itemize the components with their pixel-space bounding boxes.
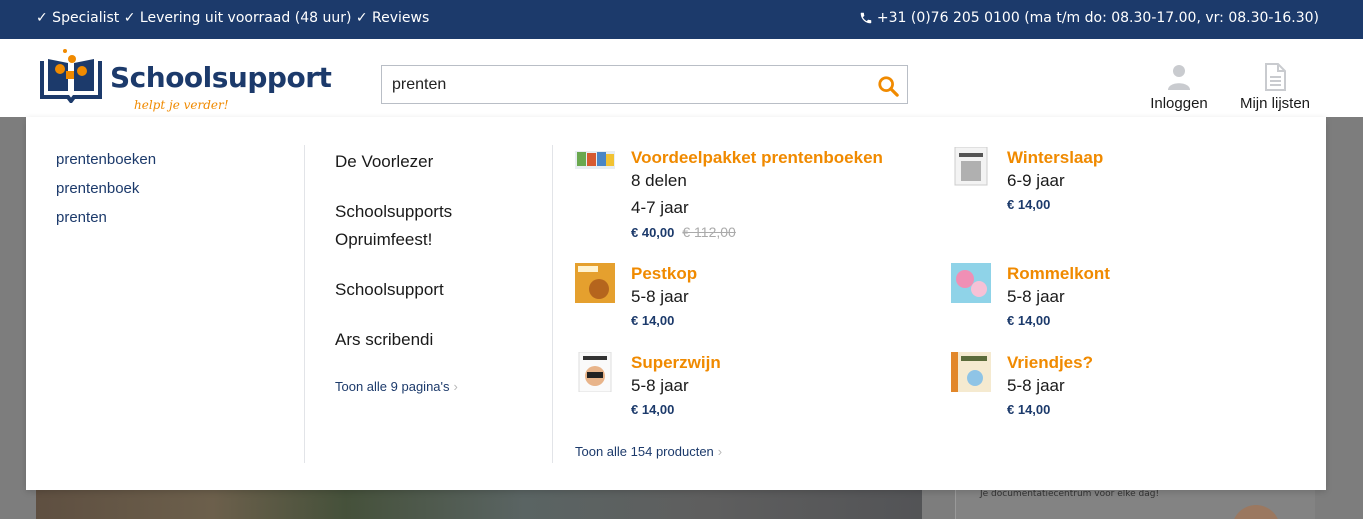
product-price: € 14,00	[631, 313, 675, 328]
product-result[interactable]: Pestkop 5-8 jaar € 14,00	[575, 263, 935, 328]
top-bar: ✓ Specialist ✓ Levering uit voorraad (48…	[0, 0, 1363, 39]
page-result[interactable]: Ars scribendi	[335, 326, 535, 354]
phone-contact[interactable]: +31 (0)76 205 0100 (ma t/m do: 08.30-17.…	[859, 10, 1319, 26]
product-info: Pestkop 5-8 jaar € 14,00	[631, 263, 697, 328]
search-dropdown: prentenboeken prentenboek prenten De Voo…	[26, 117, 1326, 490]
page-result[interactable]: Schoolsupport	[335, 276, 535, 304]
product-age: 5-8 jaar	[1007, 287, 1065, 306]
product-price: € 14,00	[631, 402, 675, 417]
person-photo	[1232, 505, 1280, 519]
product-detail: 8 delen	[631, 171, 687, 190]
search-box	[381, 65, 908, 104]
product-price: € 14,00	[1007, 313, 1051, 328]
chevron-right-icon: ›	[717, 444, 723, 459]
logo[interactable]: Schoolsupport helpt je verder!	[38, 47, 332, 112]
product-age: 4-7 jaar	[631, 198, 689, 217]
product-info: Winterslaap 6-9 jaar € 14,00	[1007, 147, 1103, 212]
price-old: € 112,00	[682, 224, 736, 240]
divider	[552, 145, 553, 463]
product-name: Winterslaap	[1007, 148, 1104, 167]
page-result[interactable]: Schoolsupports Opruimfeest!	[335, 198, 535, 254]
product-age: 5-8 jaar	[631, 287, 689, 306]
product-info: Rommelkont 5-8 jaar € 14,00	[1007, 263, 1110, 328]
usp-text: ✓ Specialist ✓ Levering uit voorraad (48…	[36, 10, 430, 26]
login-button[interactable]: Inloggen	[1146, 63, 1212, 112]
product-thumbnail	[951, 263, 991, 303]
product-price: € 40,00 € 112,00	[631, 224, 883, 240]
product-info: Vriendjes? 5-8 jaar € 14,00	[1007, 352, 1093, 417]
show-all-products-label: Toon alle 154 producten	[575, 444, 714, 459]
product-price: € 14,00	[1007, 402, 1051, 417]
product-info: Voordeelpakket prentenboeken 8 delen 4-7…	[631, 147, 883, 240]
show-all-pages-label: Toon alle 9 pagina's	[335, 379, 450, 394]
product-thumbnail	[951, 352, 991, 392]
suggestion-item[interactable]: prentenboek	[56, 180, 156, 209]
my-lists-label: Mijn lijsten	[1239, 95, 1311, 112]
search-suggestions: prentenboeken prentenboek prenten	[56, 151, 156, 238]
chevron-right-icon: ›	[453, 379, 458, 394]
document-icon	[1265, 63, 1286, 91]
product-result[interactable]: Winterslaap 6-9 jaar € 14,00	[951, 147, 1311, 212]
product-age: 5-8 jaar	[631, 376, 689, 395]
product-info: Superzwijn 5-8 jaar € 14,00	[631, 352, 721, 417]
book-logo-icon	[40, 49, 102, 103]
page-result[interactable]: De Voorlezer	[335, 148, 535, 176]
product-result[interactable]: Voordeelpakket prentenboeken 8 delen 4-7…	[575, 147, 935, 242]
header: Schoolsupport helpt je verder! Inloggen …	[0, 39, 1363, 117]
divider	[304, 145, 305, 463]
product-result[interactable]: Vriendjes? 5-8 jaar € 14,00	[951, 352, 1311, 417]
logo-tagline: helpt je verder!	[134, 98, 229, 112]
login-label: Inloggen	[1150, 95, 1208, 112]
my-lists-button[interactable]: Mijn lijsten	[1236, 63, 1314, 112]
phone-text: +31 (0)76 205 0100 (ma t/m do: 08.30-17.…	[876, 10, 1319, 26]
price-current: € 40,00	[631, 225, 675, 240]
suggestion-item[interactable]: prenten	[56, 209, 156, 238]
product-name: Superzwijn	[631, 353, 721, 372]
logo-name: Schoolsupport	[110, 61, 332, 94]
product-thumbnail	[575, 263, 615, 303]
show-all-pages-link[interactable]: Toon alle 9 pagina's ›	[335, 379, 458, 394]
show-all-products-link[interactable]: Toon alle 154 producten ›	[575, 444, 722, 459]
product-name: Pestkop	[631, 264, 698, 283]
product-name: Rommelkont	[1007, 264, 1110, 283]
product-name: Voordeelpakket prentenboeken	[631, 148, 883, 167]
suggestion-item[interactable]: prentenboeken	[56, 151, 156, 180]
product-age: 5-8 jaar	[1007, 376, 1065, 395]
user-icon	[1168, 65, 1190, 90]
product-age: 6-9 jaar	[1007, 171, 1065, 190]
product-name: Vriendjes?	[1007, 353, 1093, 372]
search-icon[interactable]	[877, 75, 899, 97]
product-thumbnail	[954, 147, 988, 186]
page-results: De Voorlezer Schoolsupports Opruimfeest!…	[335, 148, 535, 376]
product-thumbnail	[575, 151, 615, 169]
search-input[interactable]	[382, 66, 862, 103]
product-result[interactable]: Rommelkont 5-8 jaar € 14,00	[951, 263, 1311, 328]
side-panel-text: Je documentatiecentrum voor elke dag!	[980, 489, 1160, 499]
product-result[interactable]: Superzwijn 5-8 jaar € 14,00	[575, 352, 935, 417]
product-price: € 14,00	[1007, 197, 1051, 212]
phone-icon	[860, 12, 872, 24]
product-thumbnail	[578, 352, 612, 392]
